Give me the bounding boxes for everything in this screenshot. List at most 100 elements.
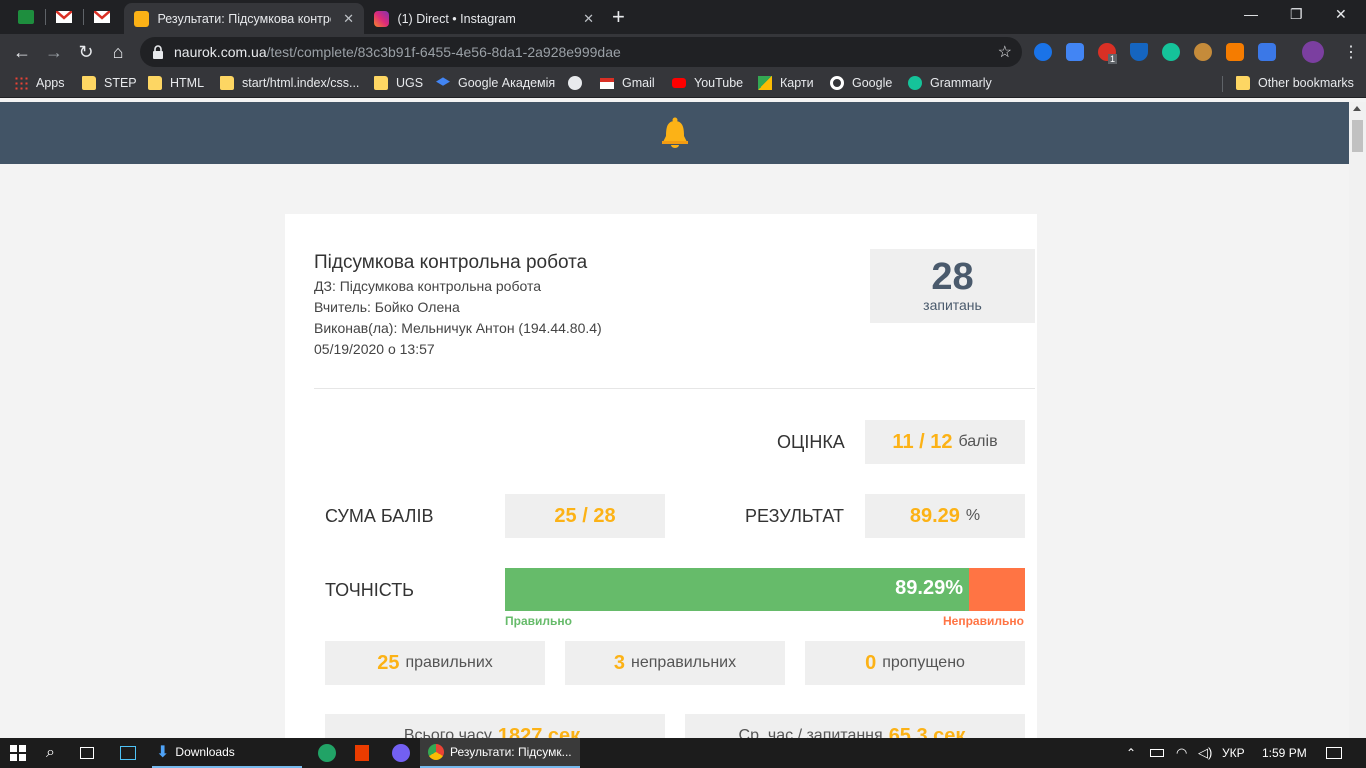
correct-count-box: 25 правильних [325,641,545,685]
pinned-tab-gmail-2[interactable] [84,4,120,30]
chrome-icon [428,744,444,760]
taskbar-app-green[interactable] [318,738,336,768]
wifi-icon[interactable]: ◠ [1176,738,1187,768]
graduation-cap-icon [436,77,450,86]
bell-icon[interactable] [660,116,690,150]
divider [314,388,1035,389]
new-tab-button[interactable]: + [612,6,625,28]
pinned-tab-gmail-1[interactable] [46,4,82,30]
translate-extension-icon[interactable] [1034,43,1052,61]
result-label: РЕЗУЛЬТАТ [745,506,844,526]
bookmark-google-academy[interactable]: Google Академія [436,76,555,90]
bookmark-other[interactable]: Other bookmarks [1236,76,1354,90]
folder-icon [374,76,388,90]
skipped-count: 0 [865,651,877,674]
wrong-count-box: 3 неправильних [565,641,785,685]
menu-icon[interactable]: ⋮ [1343,42,1359,62]
date-line: 05/19/2020 о 13:57 [314,341,435,357]
tray-chevron-icon[interactable]: ⌃ [1126,738,1136,768]
page-scrollbar[interactable] [1349,102,1366,738]
apps-grid-icon [14,76,28,90]
start-button[interactable] [10,738,26,768]
gmail-icon [600,77,614,89]
tab-results[interactable]: Результати: Підсумкова контрольна робота… [124,3,364,34]
search-icon[interactable]: ⌕ [46,738,55,768]
bookmark-maps[interactable]: Карти [758,76,814,90]
extension-icon[interactable] [1226,43,1244,61]
total-time-box: Всього часу 1827 сек [325,714,665,738]
scroll-thumb[interactable] [1352,120,1363,152]
shield-extension-icon[interactable] [1130,43,1148,61]
pinned-tab-classroom[interactable] [8,4,44,30]
address-bar[interactable]: naurok.com.ua/test/complete/83c3b91f-645… [140,37,1022,67]
bookmark-gmail[interactable]: Gmail [600,76,655,90]
accuracy-bar: 89.29% [505,568,1025,611]
total-time-value: 1827 сек [497,724,581,739]
taskbar-viber-icon[interactable] [392,738,410,768]
bookmark-google[interactable]: Google [830,76,892,90]
bookmark-step[interactable]: STEP [82,76,137,90]
taskbar-chrome-window[interactable]: Результати: Підсумк... [420,738,580,768]
cookie-extension-icon[interactable] [1194,43,1212,61]
correct-count: 25 [377,651,400,674]
sum-box: 25 / 28 [505,494,665,538]
questions-label: запитань [923,297,982,313]
back-button[interactable]: ← [10,40,34,64]
bookmark-youtube[interactable]: YouTube [672,76,743,90]
avg-time-value: 65.3 сек [888,724,966,739]
correct-legend: Правильно [505,614,572,628]
tab-title: (1) Direct • Instagram [397,11,516,26]
wrong-label: неправильних [631,654,737,671]
globe-icon [568,76,582,90]
close-window-button[interactable]: ✕ [1335,6,1347,23]
taskbar-downloads[interactable]: ⬇ Downloads [152,738,302,768]
home-button[interactable]: ⌂ [106,40,130,64]
task-view-icon[interactable] [80,738,94,768]
bookmark-start-html[interactable]: start/html.index/css... [220,76,359,90]
url-host: naurok.com.ua [174,44,267,60]
taskbar-office-icon[interactable] [355,738,369,768]
tab-instagram[interactable]: (1) Direct • Instagram ✕ [364,3,604,34]
url-path: /test/complete/83c3b91f-6455-4e56-8da1-2… [266,44,621,60]
bookmark-html[interactable]: HTML [148,76,204,90]
bookmark-globe[interactable] [568,76,590,90]
battery-icon[interactable] [1150,738,1164,768]
bookmark-apps[interactable]: Apps [14,76,65,90]
quiz-title: Підсумкова контрольна робота [314,252,588,273]
download-extension-icon[interactable] [1258,43,1276,61]
close-tab-icon[interactable]: ✕ [343,11,354,27]
windows-taskbar: ⌕ ⬇ Downloads Результати: Підсумк... ⌃ ◠… [0,738,1366,768]
folder-icon [82,76,96,90]
correct-label: правильних [405,654,493,671]
google-icon [830,76,844,90]
language-indicator[interactable]: УКР [1222,738,1245,768]
bookmark-grammarly[interactable]: Grammarly [908,76,992,90]
wrong-count: 3 [613,651,626,674]
volume-icon[interactable]: ◁) [1198,738,1212,768]
folder-icon [1236,76,1250,90]
gmail-icon [94,11,110,23]
forward-button[interactable]: → [42,40,66,64]
restore-button[interactable]: ❐ [1290,6,1303,23]
download-arrow-icon: ⬇ [156,744,170,761]
grammarly-extension-icon[interactable] [1162,43,1180,61]
result-value: 89.29 [909,504,960,527]
scroll-up-arrow-icon[interactable] [1353,106,1361,111]
classroom-icon [18,10,34,24]
profile-avatar[interactable] [1302,41,1324,63]
reload-button[interactable]: ↻ [74,40,98,64]
bookmarks-bar: Apps STEP HTML start/html.index/css... U… [0,70,1366,98]
close-tab-icon[interactable]: ✕ [583,11,594,27]
bookmark-star-icon[interactable]: ☆ [998,42,1012,62]
avg-time-label: Ср. час / запитання [738,727,883,738]
clock[interactable]: 1:59 PM [1262,738,1307,768]
app-icon[interactable] [120,738,136,768]
minimize-button[interactable]: — [1244,6,1258,22]
result-box: 89.29 % [865,494,1025,538]
bookmark-ugs[interactable]: UGS [374,76,423,90]
notifications-icon[interactable] [1326,738,1342,768]
teacher-line: Вчитель: Бойко Олена [314,299,460,315]
google-translate-extension-icon[interactable] [1066,43,1084,61]
grade-label: ОЦІНКА [777,432,845,452]
grade-box: 11 / 12 балів [865,420,1025,464]
